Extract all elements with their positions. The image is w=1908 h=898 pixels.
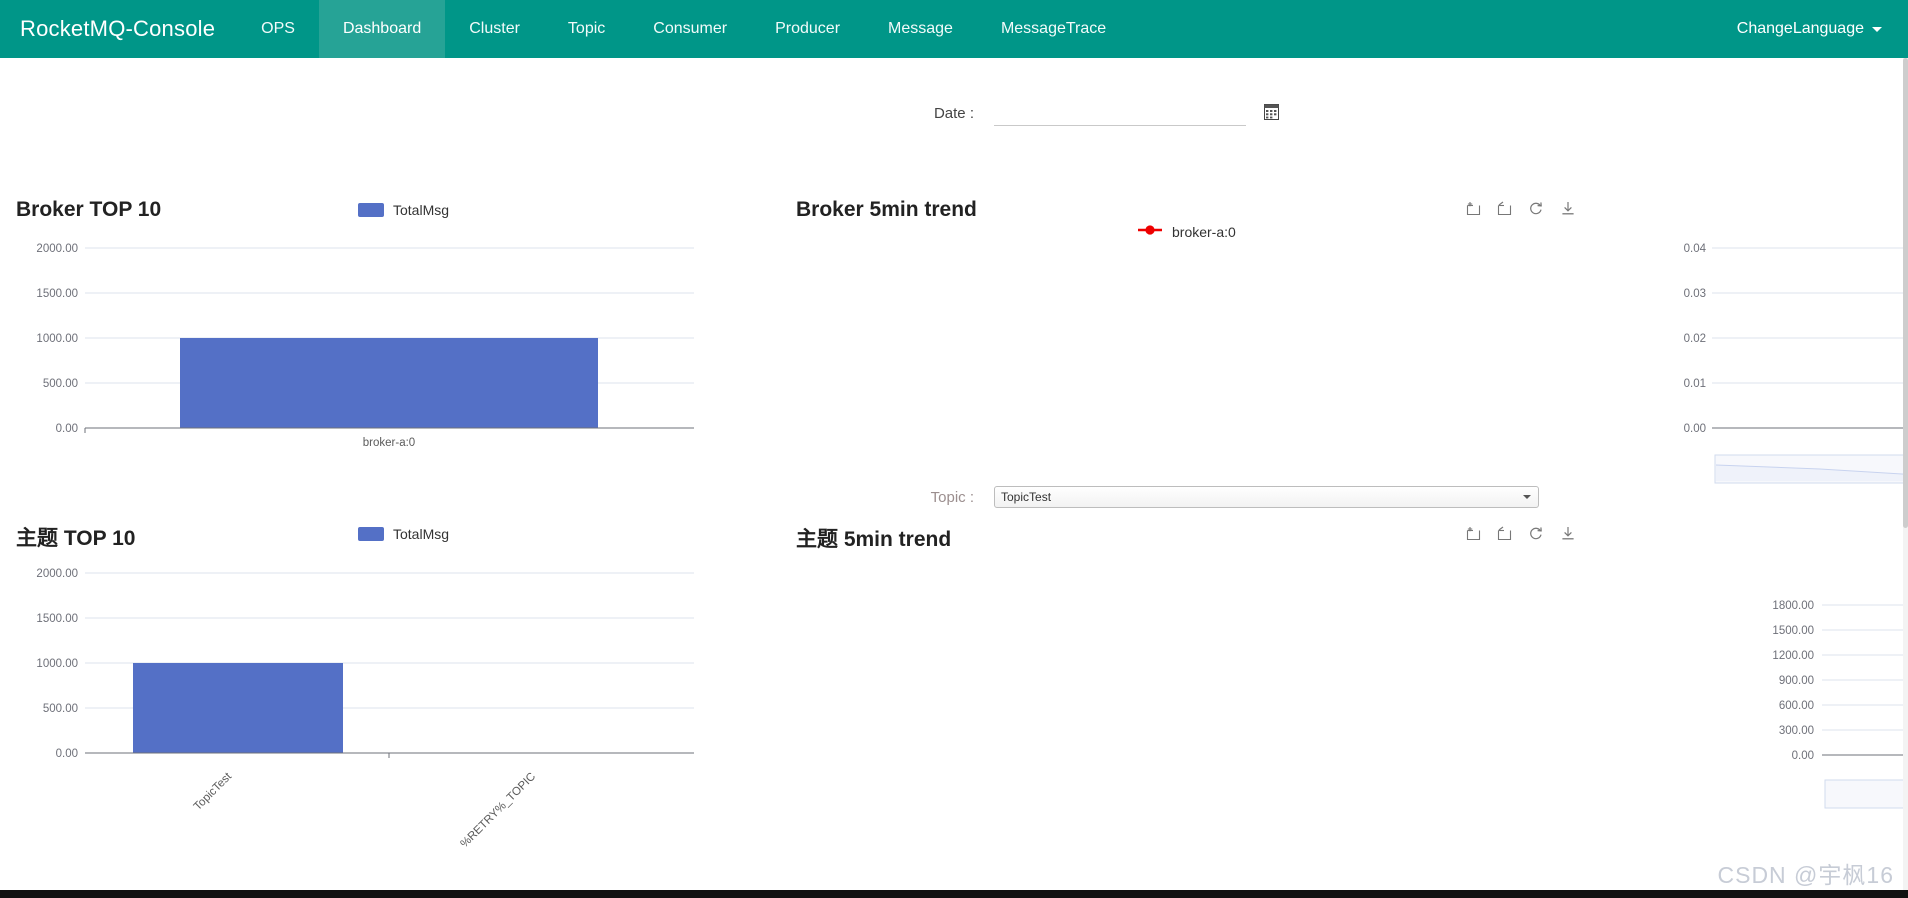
bar-topic-test[interactable] xyxy=(133,663,343,753)
topic-label: Topic : xyxy=(930,488,974,506)
refresh-icon[interactable] xyxy=(1528,526,1544,541)
bar-broker-a-0[interactable] xyxy=(180,338,598,428)
nav-item-message[interactable]: Message xyxy=(864,0,977,58)
y-tick-label: 0.00 xyxy=(56,423,78,435)
brand-logo[interactable]: RocketMQ-Console xyxy=(0,0,237,58)
broker-top10-legend[interactable]: TotalMsg xyxy=(358,202,449,218)
topic-top10-legend[interactable]: TotalMsg xyxy=(358,526,449,542)
y-tick-label: 0.02 xyxy=(1684,333,1706,345)
y-tick-label: 1500.00 xyxy=(1772,625,1814,637)
y-tick-label: 0.03 xyxy=(1684,288,1706,300)
topic-trend-datazoom[interactable] xyxy=(844,776,1904,836)
data-zoom-icon[interactable] xyxy=(1466,526,1481,541)
legend-swatch-totalmsg xyxy=(358,203,384,217)
broker-top10-chart[interactable]: 2000.00 1500.00 1000.00 500.00 0.00 brok… xyxy=(0,230,760,460)
broker-trend-chart[interactable]: 0.04 0.03 0.02 0.01 0.00 08:20:00 xyxy=(844,230,1904,480)
y-tick-label: 900.00 xyxy=(1779,675,1814,687)
nav-item-cluster[interactable]: Cluster xyxy=(445,0,544,58)
y-tick-label: 1000.00 xyxy=(36,658,78,670)
nav-item-ops[interactable]: OPS xyxy=(237,0,319,58)
data-zoom-reset-icon[interactable] xyxy=(1497,201,1512,216)
nav-item-dashboard[interactable]: Dashboard xyxy=(318,0,446,58)
chevron-down-icon xyxy=(1872,26,1882,32)
change-language-label: ChangeLanguage xyxy=(1736,20,1864,37)
refresh-icon[interactable] xyxy=(1528,201,1544,216)
broker-trend-title: Broker 5min trend xyxy=(796,198,977,221)
top-navbar: RocketMQ-Console OPS Dashboard Cluster T… xyxy=(0,0,1908,58)
nav-item-consumer[interactable]: Consumer xyxy=(629,0,751,58)
y-tick-label: 2000.00 xyxy=(36,243,78,255)
y-tick-label: 1800.00 xyxy=(1772,600,1814,612)
page-scrollbar-thumb[interactable] xyxy=(1903,58,1908,528)
nav-item-topic[interactable]: Topic xyxy=(544,0,629,58)
date-label: Date : xyxy=(933,104,974,122)
right-column: Date : Broker 5min trend broker-a:0 0.04… xyxy=(796,58,1908,898)
calendar-icon[interactable] xyxy=(1264,103,1279,124)
change-language-dropdown[interactable]: ChangeLanguage xyxy=(1737,0,1908,58)
topic-trend-toolbox xyxy=(1466,526,1576,541)
y-tick-label: 500.00 xyxy=(43,703,78,715)
data-zoom-icon[interactable] xyxy=(1466,201,1481,216)
date-filter-row: Date : xyxy=(844,100,1279,126)
date-input[interactable] xyxy=(994,100,1246,126)
y-tick-label: 2000.00 xyxy=(36,568,78,580)
topic-select[interactable]: TopicTest xyxy=(994,486,1539,508)
data-zoom-reset-icon[interactable] xyxy=(1497,526,1512,541)
nav-item-messagetrace[interactable]: MessageTrace xyxy=(977,0,1130,58)
nav-item-list: OPS Dashboard Cluster Topic Consumer Pro… xyxy=(237,0,1130,58)
legend-swatch-totalmsg xyxy=(358,527,384,541)
y-tick-label: 500.00 xyxy=(43,378,78,390)
legend-label-totalmsg: TotalMsg xyxy=(393,202,450,218)
y-tick-label: 1000.00 xyxy=(36,333,78,345)
y-tick-label: 0.04 xyxy=(1684,243,1707,255)
y-tick-label: 1200.00 xyxy=(1772,650,1814,662)
download-icon[interactable] xyxy=(1560,526,1576,541)
download-icon[interactable] xyxy=(1560,201,1576,216)
broker-trend-toolbox xyxy=(1466,201,1576,216)
legend-label-totalmsg: TotalMsg xyxy=(393,526,450,542)
page-scrollbar[interactable] xyxy=(1903,58,1908,898)
y-tick-label: 0.00 xyxy=(1792,750,1814,762)
y-tick-label: 600.00 xyxy=(1779,700,1814,712)
topic-top10-chart[interactable]: 2000.00 1500.00 1000.00 500.00 0.00 Topi… xyxy=(0,555,760,895)
left-column: Broker TOP 10 TotalMsg 2000.00 1500.00 1… xyxy=(0,58,954,898)
topic-top10-title: 主题 TOP 10 xyxy=(16,527,136,550)
y-tick-label: 0.00 xyxy=(1684,423,1706,435)
dashboard-page: Broker TOP 10 TotalMsg 2000.00 1500.00 1… xyxy=(0,58,1908,898)
y-tick-label: 0.00 xyxy=(56,748,78,760)
y-tick-label: 1500.00 xyxy=(36,288,78,300)
x-tick-label: %RETRY%_TOPIC xyxy=(459,771,539,851)
broker-top10-title: Broker TOP 10 xyxy=(16,198,162,221)
y-tick-label: 300.00 xyxy=(1779,725,1814,737)
window-bottom-edge xyxy=(0,890,1908,898)
topic-trend-title: 主题 5min trend xyxy=(796,528,952,551)
y-tick-label: 1500.00 xyxy=(36,613,78,625)
topic-filter-row: Topic : TopicTest xyxy=(844,486,1539,508)
x-tick-label: broker-a:0 xyxy=(363,437,415,449)
x-tick-label: TopicTest xyxy=(192,770,235,813)
y-tick-label: 0.01 xyxy=(1684,378,1706,390)
topic-select-value: TopicTest xyxy=(1001,490,1052,504)
nav-item-producer[interactable]: Producer xyxy=(751,0,864,58)
chevron-down-icon xyxy=(1523,495,1531,499)
watermark: CSDN @宇枫16 xyxy=(1717,862,1894,888)
